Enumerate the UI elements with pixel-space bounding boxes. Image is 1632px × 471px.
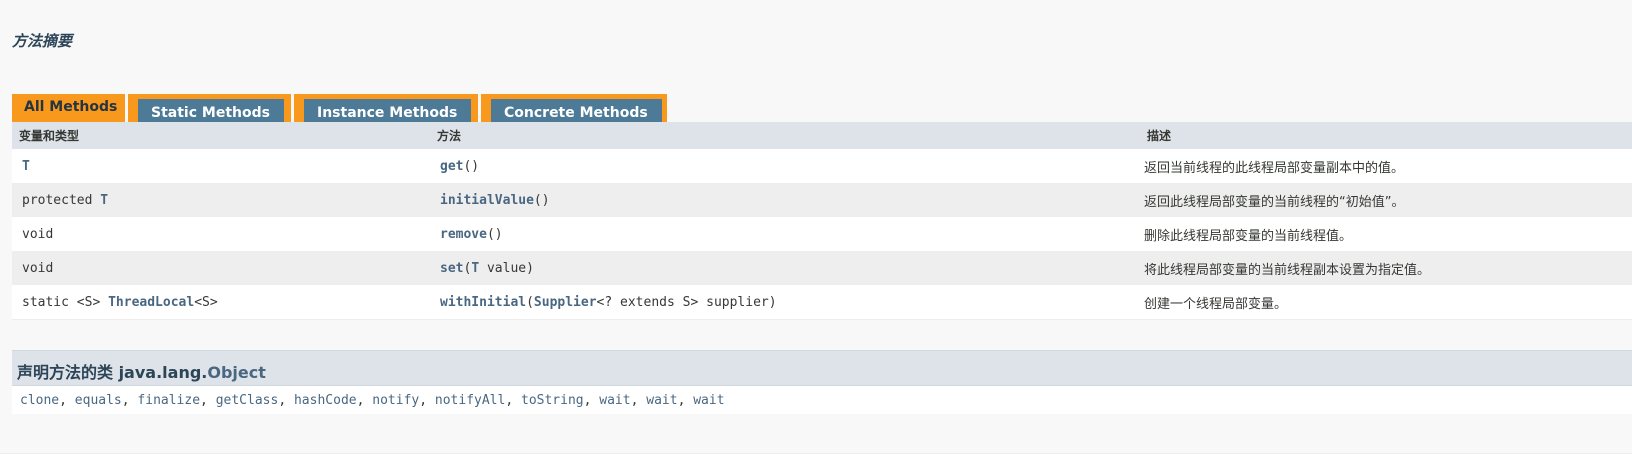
row-description: 将此线程局部变量的当前线程副本设置为指定值。 [1140,251,1632,285]
row-type: protected T [12,183,430,217]
method-link-remove[interactable]: remove [440,227,487,242]
row-description: 创建一个线程局部变量。 [1140,285,1632,320]
table-header-row: 变量和类型 方法 描述 [12,122,1632,149]
inherited-method-link-wait[interactable]: wait [693,393,724,408]
inherited-method-link-notifyall[interactable]: notifyAll [435,393,505,408]
table-row: T get() 返回当前线程的此线程局部变量副本中的值。 [12,149,1632,183]
method-link-get[interactable]: get [440,159,463,174]
inherited-method-link-finalize[interactable]: finalize [137,393,200,408]
inherited-method-link-clone[interactable]: clone [20,393,59,408]
table-row: void set(T value) 将此线程局部变量的当前线程副本设置为指定值。 [12,251,1632,285]
row-description: 返回当前线程的此线程局部变量副本中的值。 [1140,149,1632,183]
tab-concrete-methods[interactable]: Concrete Methods [481,94,667,122]
column-header-type: 变量和类型 [12,122,430,149]
tab-instance-methods[interactable]: Instance Methods [294,94,478,122]
row-type: static <S> ThreadLocal<S> [12,285,430,320]
row-type: void [12,217,430,251]
inherited-method-link-tostring[interactable]: toString [521,393,584,408]
method-summary-table: 变量和类型 方法 描述 T get() 返回当前线程的此线程局部变量副本中的值。… [12,122,1632,320]
row-description: 返回此线程局部变量的当前线程的“初始值”。 [1140,183,1632,217]
row-method: remove() [430,217,1140,251]
row-method: withInitial(Supplier<? extends S> suppli… [430,285,1140,320]
column-header-description: 描述 [1140,122,1632,149]
inherited-method-link-equals[interactable]: equals [75,393,122,408]
type-link[interactable]: T [22,159,30,174]
row-method: get() [430,149,1140,183]
table-row: void remove() 删除此线程局部变量的当前线程值。 [12,217,1632,251]
inherited-method-link-getclass[interactable]: getClass [216,393,279,408]
param-type-link-supplier[interactable]: Supplier [534,295,597,310]
row-method: initialValue() [430,183,1140,217]
inherited-methods-header: 声明方法的类 java.lang.Object [12,350,1632,386]
inherited-methods-list: clone, equals, finalize, getClass, hashC… [12,386,1632,414]
method-link-initialvalue[interactable]: initialValue [440,193,534,208]
tab-all-methods-label: All Methods [24,99,118,115]
method-summary-section: 方法摘要 All Methods Static Methods Instance… [0,0,1632,454]
tab-concrete-methods-label: Concrete Methods [491,99,662,122]
tab-static-methods-label: Static Methods [138,99,284,122]
method-summary-title: 方法摘要 [12,32,73,50]
row-description: 删除此线程局部变量的当前线程值。 [1140,217,1632,251]
tab-instance-methods-label: Instance Methods [304,99,472,122]
inherited-method-link-hashcode[interactable]: hashCode [294,393,357,408]
column-header-method: 方法 [430,122,1140,149]
table-row: protected T initialValue() 返回此线程局部变量的当前线… [12,183,1632,217]
inherited-methods-title: 声明方法的类 java.lang.Object [17,363,266,382]
object-class-link[interactable]: Object [207,363,266,382]
inherited-method-link-notify[interactable]: notify [372,393,419,408]
table-row: static <S> ThreadLocal<S> withInitial(Su… [12,285,1632,320]
tab-static-methods[interactable]: Static Methods [128,94,291,122]
row-type: void [12,251,430,285]
param-type-link[interactable]: T [471,261,479,276]
type-link-threadlocal[interactable]: ThreadLocal [108,295,194,310]
method-link-set[interactable]: set [440,261,463,276]
inherited-method-link-wait[interactable]: wait [599,393,630,408]
method-link-withinitial[interactable]: withInitial [440,295,526,310]
tab-all-methods[interactable]: All Methods [12,94,125,122]
row-type: T [12,149,430,183]
row-method: set(T value) [430,251,1140,285]
inherited-method-link-wait[interactable]: wait [646,393,677,408]
type-link[interactable]: T [100,193,108,208]
